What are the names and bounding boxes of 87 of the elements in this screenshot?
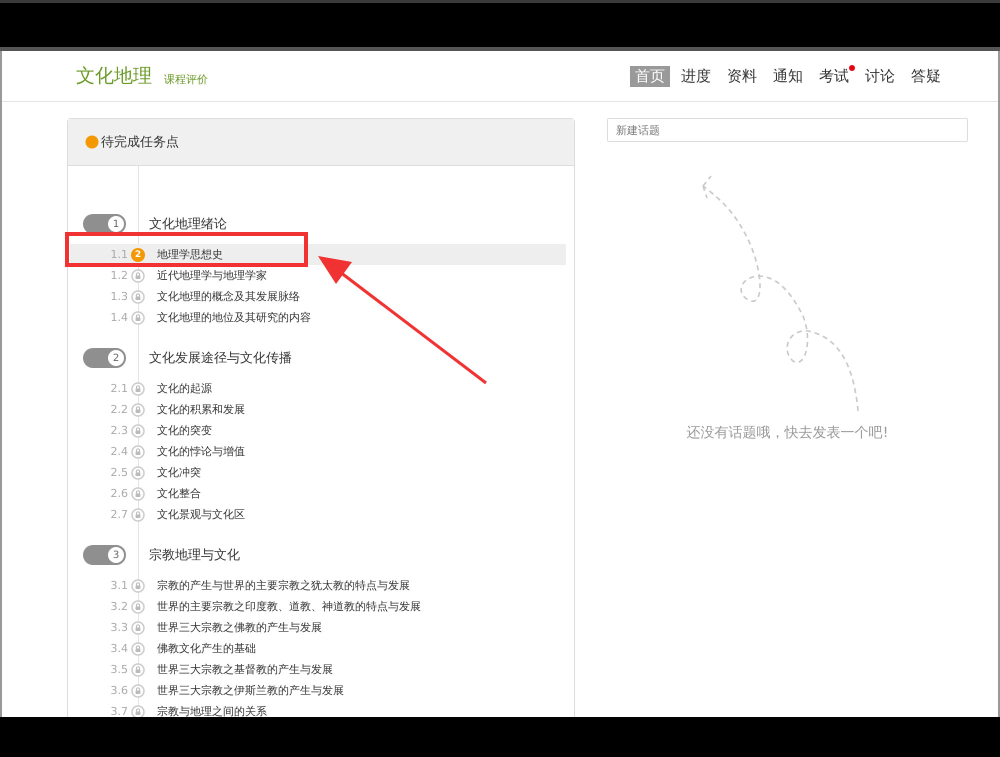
lesson-row[interactable]: 1.4 文化地理的地位及其研究的内容 bbox=[70, 307, 566, 328]
chapter-toggle[interactable]: 2 bbox=[83, 348, 125, 368]
chapter-toggle[interactable]: 1 bbox=[83, 214, 125, 234]
lesson-number: 3.6 bbox=[110, 684, 128, 697]
lesson-number: 2.3 bbox=[110, 424, 128, 437]
lesson-title[interactable]: 文化地理的地位及其研究的内容 bbox=[157, 310, 311, 325]
lesson-number: 3.7 bbox=[110, 705, 128, 717]
lesson-title[interactable]: 文化整合 bbox=[157, 486, 201, 501]
lesson-row[interactable]: 2.6 文化整合 bbox=[70, 483, 566, 504]
lesson-row[interactable]: 1.2 近代地理学与地理学家 bbox=[70, 265, 566, 286]
lesson-title[interactable]: 宗教与地理之间的关系 bbox=[157, 704, 267, 717]
lesson-number: 3.1 bbox=[110, 579, 128, 592]
lesson-row[interactable]: 3.4 佛教文化产生的基础 bbox=[70, 638, 566, 659]
lock-icon bbox=[131, 508, 145, 522]
lesson-title[interactable]: 世界的主要宗教之印度教、道教、神道教的特点与发展 bbox=[157, 599, 421, 614]
lesson-row[interactable]: 3.6 世界三大宗教之伊斯兰教的产生与发展 bbox=[70, 680, 566, 701]
lock-icon bbox=[131, 578, 145, 592]
lesson-row[interactable]: 2.7 文化景观与文化区 bbox=[70, 504, 566, 525]
nav-tab[interactable]: 进度 bbox=[676, 66, 716, 86]
lesson-title[interactable]: 文化地理的概念及其发展脉络 bbox=[157, 289, 300, 304]
lesson-title[interactable]: 宗教的产生与世界的主要宗教之犹太教的特点与发展 bbox=[157, 578, 410, 593]
lesson-row[interactable]: 2.5 文化冲突 bbox=[70, 462, 566, 483]
lesson-row[interactable]: 2.2 文化的积累和发展 bbox=[70, 399, 566, 420]
lesson-number: 2.7 bbox=[110, 508, 128, 521]
lock-icon bbox=[131, 662, 145, 676]
lesson-title[interactable]: 世界三大宗教之基督教的产生与发展 bbox=[157, 662, 333, 677]
lesson-title[interactable]: 地理学思想史 bbox=[157, 247, 223, 262]
lock-icon bbox=[131, 268, 145, 282]
nav-tab[interactable]: 考试 bbox=[814, 66, 854, 86]
lock-icon bbox=[131, 424, 145, 438]
lesson-row[interactable]: 3.3 世界三大宗教之佛教的产生与发展 bbox=[70, 617, 566, 638]
empty-message: 还没有话题哦，快去发表一个吧! bbox=[686, 424, 888, 442]
lesson-row[interactable]: 2.3 文化的突变 bbox=[70, 420, 566, 441]
lesson-number: 1.4 bbox=[110, 311, 128, 324]
lesson-title[interactable]: 世界三大宗教之伊斯兰教的产生与发展 bbox=[157, 683, 344, 698]
lesson-row[interactable]: 2.1 文化的起源 bbox=[70, 378, 566, 399]
lock-icon bbox=[131, 310, 145, 324]
nav-tab[interactable]: 讨论 bbox=[860, 66, 900, 86]
status-dot-icon bbox=[85, 135, 99, 149]
lesson-number: 2.1 bbox=[110, 382, 128, 395]
lock-icon bbox=[131, 466, 145, 480]
lesson-number: 1.3 bbox=[110, 290, 128, 303]
lock-icon bbox=[131, 620, 145, 634]
nav-tab[interactable]: 答疑 bbox=[906, 66, 946, 86]
lesson-row[interactable]: 3.5 世界三大宗教之基督教的产生与发展 bbox=[70, 659, 566, 680]
lesson-title[interactable]: 文化的悖论与增值 bbox=[157, 444, 245, 459]
lesson-row[interactable]: 3.2 世界的主要宗教之印度教、道教、神道教的特点与发展 bbox=[70, 596, 566, 617]
chapter-title: 文化发展途径与文化传播 bbox=[149, 350, 292, 367]
task-count-badge: 2 bbox=[131, 248, 145, 262]
new-topic-field[interactable]: 新建话题 bbox=[607, 118, 968, 142]
lesson-title[interactable]: 文化的突变 bbox=[157, 423, 212, 438]
lesson-number: 3.4 bbox=[110, 642, 128, 655]
lock-icon bbox=[131, 600, 145, 614]
lesson-number: 2.6 bbox=[110, 487, 128, 500]
lesson-title[interactable]: 文化冲突 bbox=[157, 465, 201, 480]
lock-icon bbox=[131, 684, 145, 698]
lesson-number: 2.5 bbox=[110, 466, 128, 479]
lesson-row[interactable]: 1.1 2 地理学思想史 bbox=[70, 244, 566, 265]
lesson-number: 1.1 bbox=[110, 248, 128, 261]
nav-tab[interactable]: 资料 bbox=[722, 66, 762, 86]
lesson-title[interactable]: 世界三大宗教之佛教的产生与发展 bbox=[157, 620, 322, 635]
lesson-number: 3.3 bbox=[110, 621, 128, 634]
lesson-title[interactable]: 文化的起源 bbox=[157, 381, 212, 396]
nav-tab[interactable]: 通知 bbox=[768, 66, 808, 86]
chapter-title: 宗教地理与文化 bbox=[149, 547, 240, 564]
lock-icon bbox=[131, 402, 145, 416]
lesson-title[interactable]: 佛教文化产生的基础 bbox=[157, 641, 256, 656]
lesson-title[interactable]: 文化景观与文化区 bbox=[157, 507, 245, 522]
lock-icon bbox=[131, 444, 145, 458]
lesson-number: 1.2 bbox=[110, 269, 128, 282]
chapter-title: 文化地理绪论 bbox=[149, 216, 227, 233]
lesson-row[interactable]: 1.3 文化地理的概念及其发展脉络 bbox=[70, 286, 566, 307]
lesson-title[interactable]: 近代地理学与地理学家 bbox=[157, 268, 267, 283]
lesson-number: 3.5 bbox=[110, 663, 128, 676]
lesson-title[interactable]: 文化的积累和发展 bbox=[157, 402, 245, 417]
lock-icon bbox=[131, 486, 145, 500]
panel-title: 待完成任务点 bbox=[101, 134, 179, 151]
lesson-row[interactable]: 2.4 文化的悖论与增值 bbox=[70, 441, 566, 462]
course-title: 文化地理 bbox=[76, 64, 152, 89]
lesson-number: 2.2 bbox=[110, 403, 128, 416]
lock-icon bbox=[131, 290, 145, 304]
lesson-row[interactable]: 3.1 宗教的产生与世界的主要宗教之犹太教的特点与发展 bbox=[70, 575, 566, 596]
chapter-toggle[interactable]: 3 bbox=[83, 545, 125, 565]
lock-icon bbox=[131, 642, 145, 656]
lesson-number: 2.4 bbox=[110, 445, 128, 458]
lesson-number: 3.2 bbox=[110, 600, 128, 613]
lock-icon bbox=[131, 382, 145, 396]
